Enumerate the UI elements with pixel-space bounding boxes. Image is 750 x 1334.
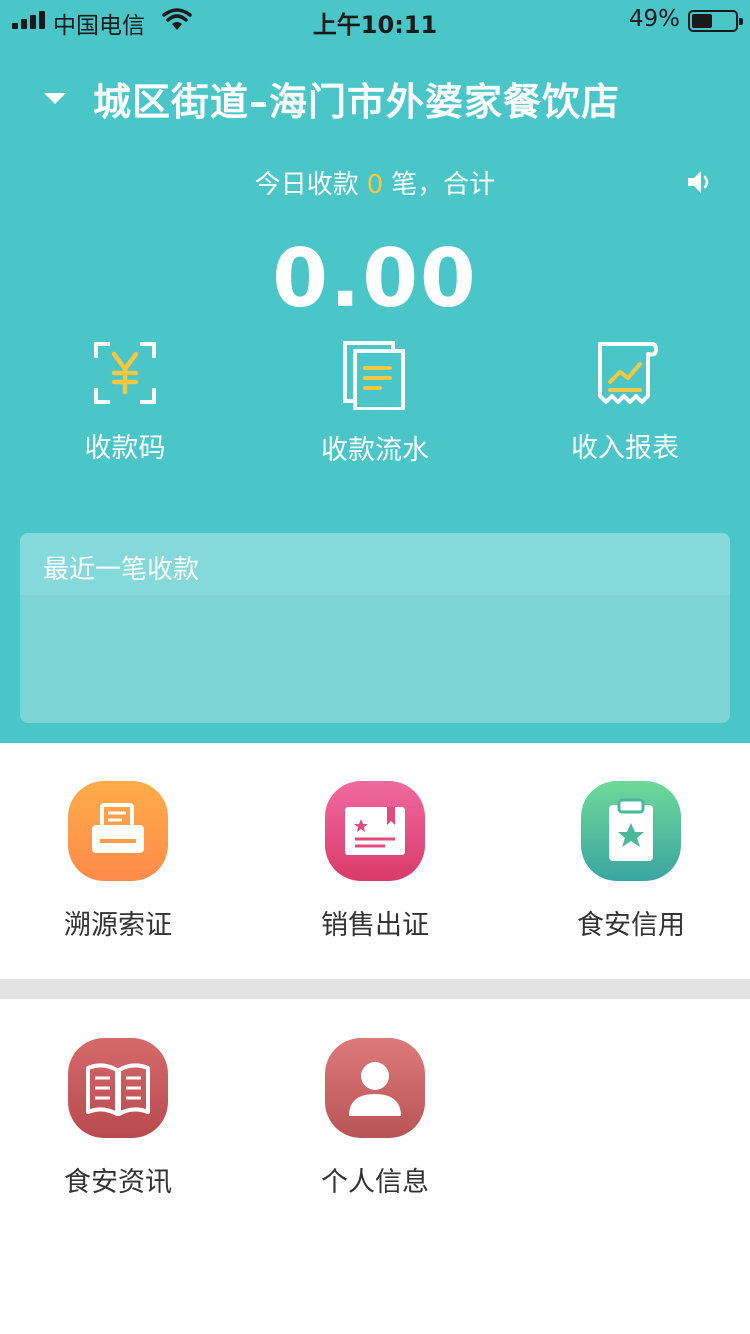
printer-icon	[68, 781, 168, 881]
store-selector[interactable]: 城区街道–海门市外婆家餐饮店	[44, 70, 620, 126]
today-suffix: 笔，合计	[391, 170, 496, 200]
store-name: 城区街道–海门市外婆家餐饮店	[93, 79, 621, 124]
menu-label: 食安信用	[577, 910, 685, 941]
book-icon	[68, 1038, 168, 1138]
menu-traceability[interactable]: 溯源索证	[18, 781, 218, 942]
recent-payment-card: 最近一笔收款	[20, 533, 730, 723]
report-chart-icon	[598, 342, 658, 404]
menu-food-safety-news[interactable]: 食安资讯	[18, 1038, 218, 1199]
header-panel: 中国电信 上午10:11 49% 城区街道–海门市外婆家餐饮店 今日收款 0 笔，合…	[0, 0, 750, 743]
quick-action-income-report[interactable]: 收入报表	[525, 338, 725, 465]
menu-food-safety-credit[interactable]: 食安信用	[531, 781, 731, 942]
clipboard-star-icon	[581, 781, 681, 881]
battery-percent: 49%	[628, 6, 680, 32]
speaker-icon[interactable]	[686, 168, 714, 196]
menu-label: 个人信息	[321, 1167, 429, 1198]
status-bar: 中国电信 上午10:11 49%	[0, 0, 750, 40]
today-count: 0	[366, 170, 384, 200]
quick-action-label: 收款码	[84, 433, 166, 464]
quick-action-transactions[interactable]: 收款流水	[275, 340, 475, 467]
menu-sales-certificate[interactable]: 销售出证	[275, 781, 475, 942]
yuan-qr-icon	[94, 342, 156, 404]
today-summary: 今日收款 0 笔，合计	[0, 164, 750, 201]
total-amount: 0.00	[272, 232, 478, 325]
menu-label: 食安资讯	[64, 1167, 172, 1198]
section-divider	[0, 979, 750, 999]
recent-payment-title: 最近一笔收款	[20, 533, 730, 595]
today-prefix: 今日收款	[254, 170, 359, 200]
menu-personal-info[interactable]: 个人信息	[275, 1038, 475, 1199]
menu-label: 销售出证	[321, 910, 429, 941]
caret-down-icon	[44, 92, 66, 104]
quick-action-label: 收款流水	[321, 435, 429, 466]
documents-icon	[343, 341, 405, 410]
battery-icon	[688, 10, 743, 32]
quick-action-payment-code[interactable]: 收款码	[25, 338, 225, 465]
certificate-icon	[325, 781, 425, 881]
menu-label: 溯源索证	[64, 910, 172, 941]
quick-action-label: 收入报表	[571, 433, 679, 464]
person-icon	[325, 1038, 425, 1138]
